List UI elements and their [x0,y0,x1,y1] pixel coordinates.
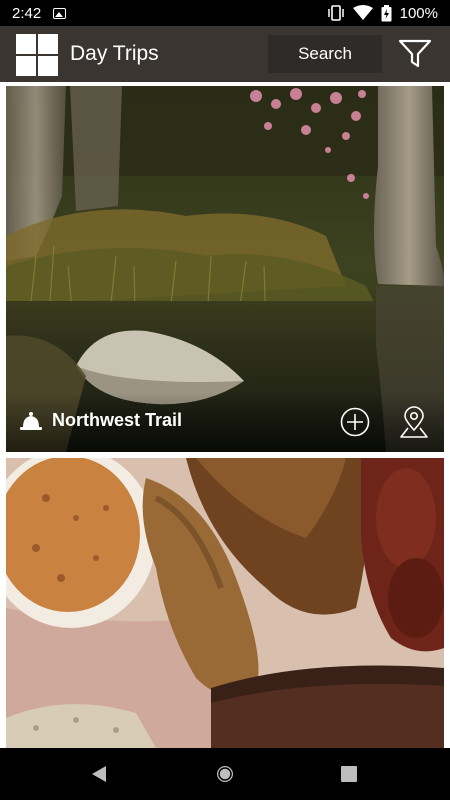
trip-card[interactable] [6,458,444,748]
trip-card-title[interactable]: Northwest Trail [52,410,182,431]
app-menu-grid-icon[interactable] [16,34,58,76]
recent-apps-icon[interactable] [341,766,357,782]
status-bar: 2:42 100% [0,0,450,26]
status-time: 2:42 [12,4,42,22]
search-button[interactable]: Search [268,35,382,73]
app-bar: Day Trips Search [0,26,450,82]
battery-charging-icon [381,4,392,21]
wifi-icon [352,5,373,20]
trip-card-footer: Northwest Trail [6,392,444,452]
trip-list[interactable]: Northwest Trail [0,82,450,748]
image-notification-icon [53,7,67,19]
vibrate-icon [327,5,344,21]
trip-card[interactable]: Northwest Trail [6,86,444,452]
home-icon[interactable] [215,764,235,784]
add-icon[interactable] [340,407,370,437]
page-title: Day Trips [70,42,159,65]
filter-icon[interactable] [398,38,432,70]
trip-card-image [6,458,444,748]
map-pin-icon[interactable] [398,406,430,440]
battery-level: 100% [399,4,438,22]
status-icons: 100% [327,4,438,22]
system-nav-bar [0,748,450,800]
back-icon[interactable] [90,765,108,783]
bell-icon [20,412,42,430]
